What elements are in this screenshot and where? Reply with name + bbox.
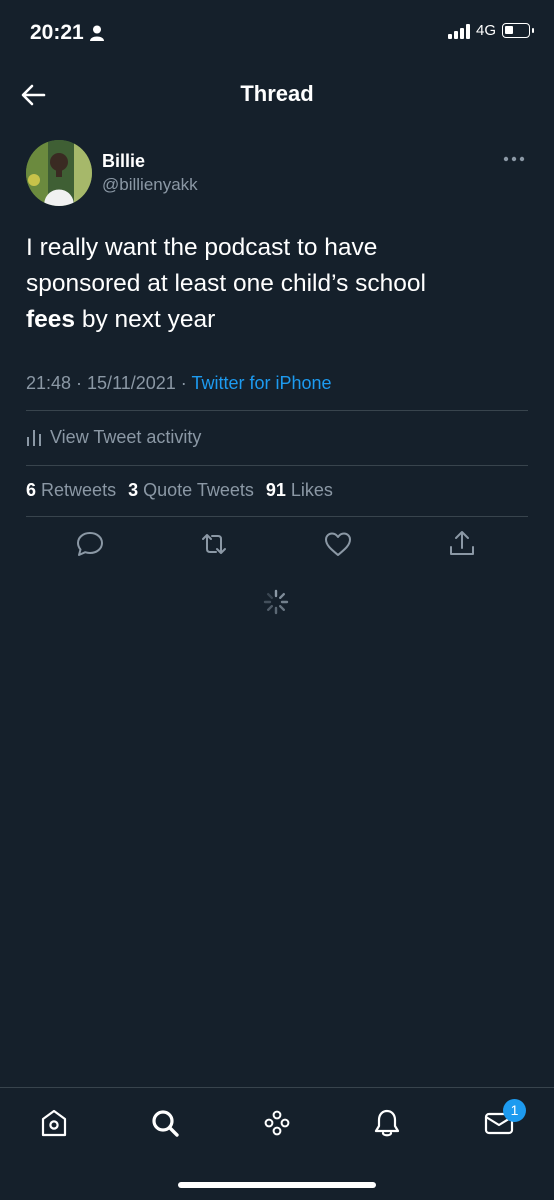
tweet-timestamp: 21:48 · 15/11/2021 · bbox=[26, 373, 192, 393]
tweet-actions bbox=[26, 528, 528, 564]
view-tweet-activity-button[interactable]: View Tweet activity bbox=[26, 425, 201, 449]
avatar[interactable] bbox=[26, 140, 92, 206]
status-time: 20:21 bbox=[30, 21, 104, 45]
author-name[interactable]: Billie bbox=[102, 151, 145, 172]
network-label: 4G bbox=[475, 22, 496, 39]
divider bbox=[26, 410, 528, 411]
tweet-stats: 6 Retweets 3 Quote Tweets 91 Likes bbox=[26, 480, 333, 501]
status-time-text: 20:21 bbox=[30, 21, 84, 44]
battery-icon bbox=[502, 23, 534, 38]
tweet-meta: 21:48 · 15/11/2021 · Twitter for iPhone bbox=[26, 373, 332, 394]
signal-icon bbox=[447, 23, 470, 39]
tweet-source-link[interactable]: Twitter for iPhone bbox=[191, 373, 331, 393]
messages-badge: 1 bbox=[503, 1099, 526, 1122]
notifications-icon[interactable] bbox=[370, 1106, 404, 1140]
quote-tweets-label: Quote Tweets bbox=[143, 480, 254, 500]
more-icon[interactable] bbox=[502, 154, 526, 164]
quote-tweets-stat[interactable]: 3 Quote Tweets bbox=[128, 480, 254, 501]
person-icon bbox=[89, 25, 104, 41]
tweet-author: Billie @billienyakk bbox=[26, 138, 528, 208]
likes-count: 91 bbox=[265, 480, 286, 500]
retweet-icon[interactable] bbox=[198, 528, 230, 560]
page-title: Thread bbox=[240, 81, 314, 106]
tweet-text-line-2: sponsored at least one child’s school bbox=[26, 270, 426, 297]
like-icon[interactable] bbox=[322, 528, 354, 560]
retweets-count: 6 bbox=[26, 480, 37, 500]
tweet-text-line-3: fees by next year bbox=[26, 302, 526, 338]
reply-icon[interactable] bbox=[74, 528, 106, 560]
author-handle[interactable]: @billienyakk bbox=[102, 175, 198, 195]
loading-spinner-icon bbox=[263, 589, 289, 615]
retweets-label: Retweets bbox=[41, 480, 117, 500]
header: Thread bbox=[0, 66, 554, 122]
status-bar: 20:21 4G bbox=[0, 0, 554, 66]
home-indicator bbox=[178, 1182, 376, 1188]
status-indicators: 4G bbox=[447, 22, 534, 39]
home-icon[interactable] bbox=[37, 1106, 71, 1140]
divider bbox=[26, 465, 528, 466]
activity-icon bbox=[27, 430, 41, 446]
likes-label: Likes bbox=[290, 480, 333, 500]
tweet-text: I really want the podcast to have sponso… bbox=[26, 230, 526, 338]
activity-label: View Tweet activity bbox=[50, 426, 202, 447]
retweets-stat[interactable]: 6 Retweets bbox=[26, 480, 116, 501]
tweet-text-rest: by next year bbox=[75, 306, 216, 333]
spaces-icon[interactable] bbox=[260, 1106, 294, 1140]
avatar-image bbox=[26, 140, 92, 206]
likes-stat[interactable]: 91 Likes bbox=[266, 480, 333, 501]
quote-tweets-count: 3 bbox=[128, 480, 139, 500]
divider bbox=[26, 516, 528, 517]
author-row[interactable]: Billie @billienyakk bbox=[26, 138, 528, 208]
share-icon[interactable] bbox=[446, 528, 478, 560]
tweet-text-line-1: I really want the podcast to have bbox=[26, 234, 378, 261]
tweet-text-bold: fees bbox=[26, 306, 76, 333]
search-icon[interactable] bbox=[148, 1106, 182, 1140]
